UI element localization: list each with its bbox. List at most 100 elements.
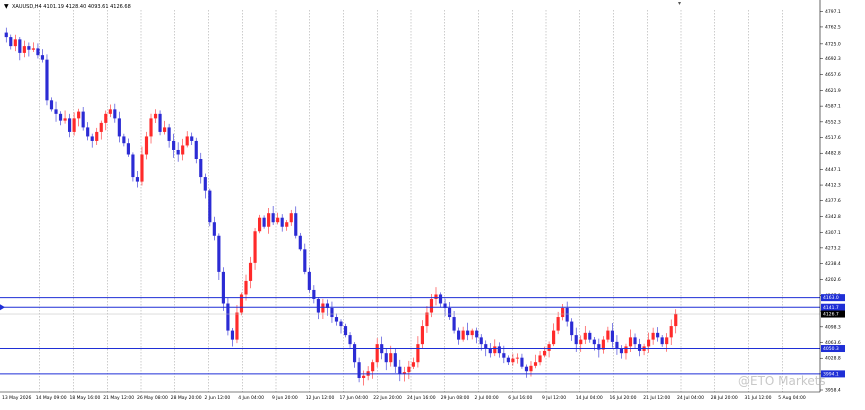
candle-body (461, 330, 465, 340)
candle-body (248, 262, 253, 281)
candle-body (579, 339, 583, 345)
y-tick-label: 3958.4 (825, 388, 841, 394)
candle-body (321, 303, 325, 313)
candle-body (217, 235, 221, 272)
candle-body (425, 312, 429, 327)
candle-body (140, 154, 144, 182)
candle-body (77, 111, 81, 119)
candle-body (294, 213, 298, 236)
candle-body (307, 271, 311, 290)
y-tick-label: 4552.3 (825, 119, 841, 125)
candle-body (384, 353, 388, 363)
candle-body (674, 313, 678, 327)
candle-body (95, 131, 99, 141)
y-tick-label: 4725.0 (825, 41, 841, 47)
x-tick-label: 14 May 09:00 (36, 395, 67, 401)
candle-body (163, 127, 167, 132)
candle-body (570, 321, 574, 336)
candle-body (36, 48, 40, 56)
candle-body (117, 118, 121, 137)
x-tick-label: 28 Jul 20:00 (711, 395, 738, 401)
candle-body (212, 222, 216, 236)
candle-body (542, 350, 547, 356)
candle-body (533, 362, 538, 366)
chart-window[interactable]: ▼ XAUUSD,H4 4101.19 4128.40 4093.61 4126… (0, 0, 865, 410)
candle-body (27, 46, 31, 50)
candle-body (49, 100, 54, 110)
x-tick-label: 24 Jul 04:00 (677, 395, 704, 401)
candle-body (493, 346, 497, 354)
candle-body (31, 48, 35, 50)
candle-body (149, 118, 153, 137)
candle-body (126, 143, 130, 155)
candle-body (371, 362, 375, 372)
candle-body (524, 366, 529, 372)
candle-body (221, 271, 225, 304)
candle-body (22, 46, 26, 53)
candle-body (276, 217, 280, 223)
candle-body (40, 55, 45, 60)
candle-body (158, 113, 162, 132)
y-tick-label: 4307.1 (825, 230, 841, 236)
x-tick-label: 5 Aug 04:00 (778, 395, 806, 401)
candle-body (253, 231, 257, 263)
candle-body (172, 140, 176, 150)
candle-body (230, 330, 235, 340)
candle-body (610, 330, 614, 342)
candle-body (285, 222, 289, 227)
y-tick-label: 4377.6 (825, 198, 841, 204)
candle-body (153, 113, 158, 119)
candle-body (81, 111, 85, 128)
candle-body (58, 113, 63, 121)
y-tick-label: 4098.3 (825, 324, 841, 330)
candle-body (72, 118, 76, 132)
candle-body (348, 335, 352, 345)
candle-body (588, 332, 592, 340)
candle-body (429, 298, 434, 313)
candle-body (561, 308, 565, 318)
candle-body (547, 344, 551, 351)
candle-body (167, 127, 171, 141)
candle-body (108, 109, 112, 114)
price-label: 4126.7 (823, 312, 839, 318)
x-tick-label: 17 Jun 04:00 (340, 395, 369, 401)
candle-body (271, 213, 275, 223)
candle-body (615, 341, 619, 349)
candles (4, 27, 678, 386)
price-chart[interactable]: 4797.1 4762.5 4725.0 4692.3 4657.6 4621.9 4587… (0, 0, 865, 410)
candle-body (262, 217, 266, 227)
x-tick-label: 12 Jun 12:00 (306, 395, 335, 401)
x-tick-label: 21 May 12:00 (103, 395, 134, 401)
candle-body (520, 357, 524, 367)
candle-body (416, 344, 420, 363)
x-tick-label: 2 Jul 00:00 (475, 395, 499, 401)
candle-body (529, 365, 533, 372)
candle-body (619, 348, 624, 354)
candle-body (316, 298, 320, 313)
candle-body (398, 366, 402, 374)
candle-body (13, 39, 17, 47)
candle-body (131, 154, 135, 178)
x-tick-label: 26 May 08:00 (137, 395, 168, 401)
y-tick-label: 4762.5 (825, 24, 841, 30)
candle-body (538, 355, 542, 363)
candle-body (63, 118, 67, 121)
candle-body (506, 357, 510, 363)
candle-body (122, 136, 126, 144)
candle-body (420, 326, 425, 345)
candle-body (389, 353, 393, 363)
candle-body (665, 337, 669, 345)
x-tick-label: 6 Jul 16:00 (508, 395, 532, 401)
x-tick-label: 18 May 16:00 (70, 395, 101, 401)
candle-body (303, 249, 307, 272)
candle-body (637, 344, 642, 351)
candle-body (203, 177, 207, 191)
candle-body (438, 294, 443, 304)
y-tick-label: 4692.3 (825, 56, 841, 62)
candle-body (669, 326, 673, 338)
candle-body (606, 330, 610, 340)
candle-body (488, 348, 492, 354)
horizontal-levels (0, 297, 820, 375)
candle-body (54, 109, 58, 114)
candle-body (457, 330, 461, 340)
